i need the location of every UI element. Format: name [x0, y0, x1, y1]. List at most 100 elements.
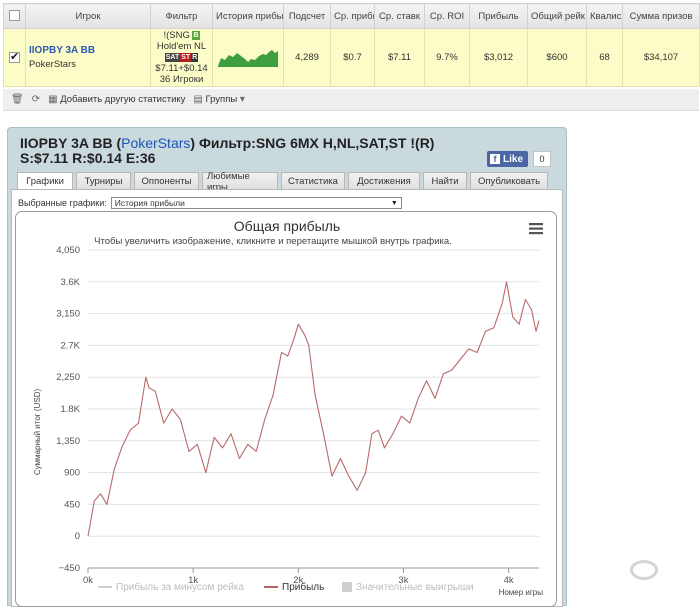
player-site: PokerStars — [29, 59, 76, 70]
table-toolbar: 🗑 ⟳ ▦ Добавить другую статистику ▤ Групп… — [3, 89, 699, 111]
y-tick-label: 1,350 — [56, 436, 80, 447]
tab-publish[interactable]: Опубликовать — [470, 172, 548, 190]
prize-sum-cell: $34,107 — [622, 28, 700, 87]
filter-line-2: Hold'em NL — [156, 41, 207, 52]
y-tick-label: 0 — [75, 531, 80, 542]
title-site-link[interactable]: PokerStars — [121, 135, 190, 151]
chevron-down-icon: ▾ — [239, 94, 245, 105]
table-header-row: Игрок Фильтр История прибы Подсчет Ср. п… — [3, 3, 700, 29]
add-stat-button[interactable]: ▦ Добавить другую статистику — [48, 94, 185, 105]
facebook-like-button[interactable]: f Like — [487, 151, 528, 167]
total-rake-cell: $600 — [527, 28, 587, 87]
fb-like-label: Like — [503, 153, 524, 165]
header-prize-sum[interactable]: Сумма призов — [622, 3, 700, 29]
player-name-link[interactable]: IIOPBY 3A BB — [29, 45, 147, 56]
y-tick-label: 3.6K — [60, 277, 80, 288]
avg-profit-cell: $0.7 — [330, 28, 375, 87]
header-player[interactable]: Игрок — [25, 3, 151, 29]
facebook-icon: f — [490, 154, 500, 164]
profit-chart[interactable]: Общая прибыль Чтобы увеличить изображени… — [15, 211, 557, 607]
avg-stake-cell: $7.11 — [374, 28, 425, 87]
profit-cell: $3,012 — [469, 28, 528, 87]
y-tick-label: 1.8K — [60, 404, 80, 415]
filter-b-icon: B — [192, 30, 200, 40]
profit-chart-svg[interactable]: Общая прибыль Чтобы увеличить изображени… — [16, 212, 557, 607]
tab-favorite-games[interactable]: Любимые игры — [202, 171, 278, 193]
graph-select-label: Выбранные графики: — [18, 198, 107, 208]
row-select[interactable] — [3, 28, 26, 87]
count-cell: 4,289 — [283, 28, 331, 87]
select-arrow-icon: ▼ — [390, 199, 398, 207]
chart-menu-bar — [529, 227, 543, 230]
header-profit[interactable]: Прибыль — [469, 3, 528, 29]
chart-menu-bar — [529, 223, 543, 226]
header-avg-profit[interactable]: Ср. прибы — [330, 3, 375, 29]
avg-roi-cell: 9.7% — [424, 28, 470, 87]
table-row[interactable]: IIOPBY 3A BB PokerStars !(SNG B Hold'em … — [3, 28, 700, 87]
header-filter[interactable]: Фильтр — [150, 3, 213, 29]
filter-line-1: !(SNG — [163, 30, 190, 41]
header-profit-history[interactable]: История прибы — [212, 3, 284, 29]
y-axis-title: Суммарный итог (USD) — [33, 389, 42, 476]
y-tick-label: 2.7K — [60, 340, 80, 351]
header-select[interactable] — [3, 3, 26, 29]
refresh-icon[interactable]: ⟳ — [32, 94, 40, 105]
y-tick-label: 450 — [64, 499, 80, 510]
groups-label: Группы — [205, 94, 238, 105]
header-count[interactable]: Подсчет — [283, 3, 331, 29]
profit-history-cell — [212, 28, 284, 87]
header-total-rake[interactable]: Общий рейк — [527, 3, 587, 29]
tab-opponents[interactable]: Оппоненты — [134, 172, 199, 190]
legend-item-label: Значительные выигрыши — [356, 582, 474, 593]
y-tick-label: 2,250 — [56, 372, 80, 383]
filter-r-icon: R — [191, 52, 199, 62]
graph-select-value: История прибыли — [114, 198, 185, 208]
header-avg-stake[interactable]: Ср. ставк — [374, 3, 425, 29]
trash-icon[interactable]: 🗑 — [11, 94, 24, 105]
select-all-checkbox[interactable] — [9, 10, 20, 22]
x-tick-label: 4k — [504, 575, 514, 586]
y-tick-label: 3,150 — [56, 309, 80, 320]
groups-dropdown[interactable]: ▤ Группы ▾ — [193, 94, 244, 105]
player-cell: IIOPBY 3A BB PokerStars — [25, 28, 151, 87]
legend-swatch — [342, 582, 352, 592]
stats-table: Игрок Фильтр История прибы Подсчет Ср. п… — [3, 3, 700, 87]
y-axis-ticks: 4,050 3.6K 3,150 2.7K 2,250 1.8K 1,350 900 450 0 −… — [56, 245, 80, 574]
tab-content: Выбранные графики: История прибыли ▼ Общ… — [11, 189, 563, 607]
tab-tournaments[interactable]: Турниры — [76, 172, 131, 190]
player-graph-window: IIOPBY 3A BB (PokerStars) Фильтр:SNG 6MX… — [7, 127, 567, 607]
filter-line-4: 36 Игроки — [159, 74, 204, 85]
legend-item-label: Прибыль за минусом рейка — [116, 581, 245, 593]
panel-title: IIOPBY 3A BB (PokerStars) Фильтр:SNG 6MX… — [20, 136, 480, 166]
tab-search[interactable]: Найти — [423, 172, 467, 190]
x-axis-title: Номер игры — [499, 588, 544, 597]
header-avg-roi[interactable]: Ср. ROI — [424, 3, 470, 29]
jetscreenshot-logo-icon — [630, 560, 658, 580]
tab-graphs[interactable]: Графики — [17, 172, 73, 190]
chart-menu-bar — [529, 232, 543, 235]
row-checkbox[interactable] — [9, 50, 20, 63]
header-quals[interactable]: Квалис — [586, 3, 623, 29]
title-player: IIOPBY 3A BB ( — [20, 135, 122, 151]
filter-tag-st: ST — [180, 52, 192, 62]
panel-tabs: Графики Турниры Оппоненты Любимые игры С… — [17, 171, 548, 193]
x-tick-label: 0k — [83, 575, 93, 586]
profit-sparkline — [218, 50, 278, 67]
add-stat-label: Добавить другую статистику — [60, 94, 186, 105]
quals-cell: 68 — [586, 28, 623, 87]
graph-select[interactable]: История прибыли ▼ — [110, 197, 402, 209]
chart-subtitle: Чтобы увеличить изображение, кликните и … — [94, 236, 452, 247]
filter-line-3: $7.11+$0.14 — [155, 63, 208, 74]
facebook-like-count: 0 — [533, 151, 551, 167]
tab-achievements[interactable]: Достижения — [348, 172, 420, 190]
legend-item-label: Прибыль — [282, 581, 324, 593]
tab-statistics[interactable]: Статистика — [281, 172, 345, 190]
y-tick-label: 900 — [64, 468, 80, 479]
chart-menu-icon[interactable] — [529, 223, 543, 235]
groups-icon: ▤ — [193, 94, 203, 105]
filter-cell: !(SNG B Hold'em NL SAT ST R $7.11+$0.14 36… — [150, 28, 213, 87]
y-tick-label: 4,050 — [56, 245, 80, 256]
sparkline-area — [218, 50, 278, 67]
y-tick-label: −450 — [59, 563, 80, 574]
chart-icon: ▦ — [48, 94, 58, 105]
